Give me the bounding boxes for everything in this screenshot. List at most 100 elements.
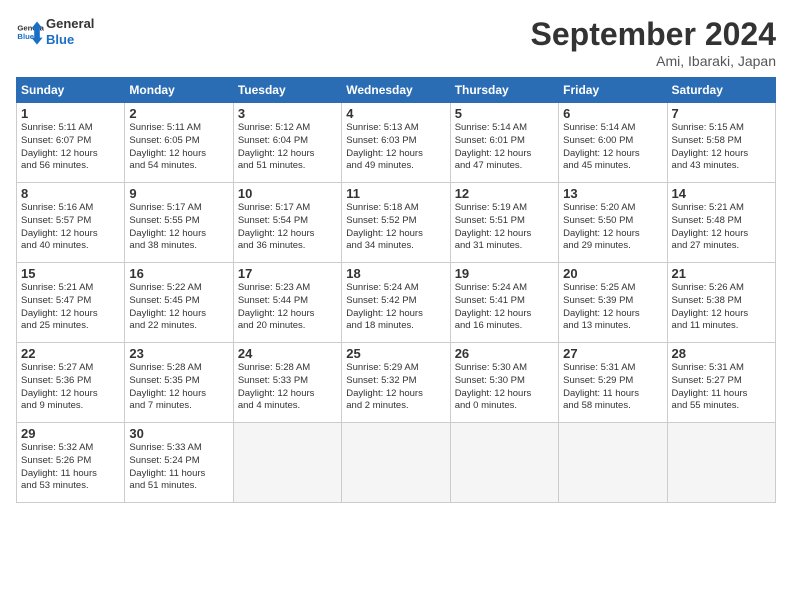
day-number: 30 xyxy=(129,426,228,441)
col-header-tuesday: Tuesday xyxy=(233,78,341,103)
page-container: General Blue General Blue September 2024… xyxy=(0,0,792,511)
calendar-cell: 18Sunrise: 5:24 AM Sunset: 5:42 PM Dayli… xyxy=(342,263,450,343)
calendar-cell: 24Sunrise: 5:28 AM Sunset: 5:33 PM Dayli… xyxy=(233,343,341,423)
day-number: 23 xyxy=(129,346,228,361)
col-header-monday: Monday xyxy=(125,78,233,103)
calendar-cell: 8Sunrise: 5:16 AM Sunset: 5:57 PM Daylig… xyxy=(17,183,125,263)
week-row-3: 15Sunrise: 5:21 AM Sunset: 5:47 PM Dayli… xyxy=(17,263,776,343)
day-number: 17 xyxy=(238,266,337,281)
day-info: Sunrise: 5:13 AM Sunset: 6:03 PM Dayligh… xyxy=(346,122,445,173)
day-info: Sunrise: 5:26 AM Sunset: 5:38 PM Dayligh… xyxy=(672,282,771,333)
day-info: Sunrise: 5:14 AM Sunset: 6:01 PM Dayligh… xyxy=(455,122,554,173)
calendar-cell: 29Sunrise: 5:32 AM Sunset: 5:26 PM Dayli… xyxy=(17,423,125,503)
day-number: 1 xyxy=(21,106,120,121)
day-info: Sunrise: 5:24 AM Sunset: 5:41 PM Dayligh… xyxy=(455,282,554,333)
day-number: 15 xyxy=(21,266,120,281)
day-info: Sunrise: 5:17 AM Sunset: 5:55 PM Dayligh… xyxy=(129,202,228,253)
day-info: Sunrise: 5:23 AM Sunset: 5:44 PM Dayligh… xyxy=(238,282,337,333)
day-info: Sunrise: 5:11 AM Sunset: 6:05 PM Dayligh… xyxy=(129,122,228,173)
calendar-cell: 3Sunrise: 5:12 AM Sunset: 6:04 PM Daylig… xyxy=(233,103,341,183)
col-header-thursday: Thursday xyxy=(450,78,558,103)
day-number: 2 xyxy=(129,106,228,121)
calendar-cell: 21Sunrise: 5:26 AM Sunset: 5:38 PM Dayli… xyxy=(667,263,775,343)
day-info: Sunrise: 5:29 AM Sunset: 5:32 PM Dayligh… xyxy=(346,362,445,413)
day-number: 29 xyxy=(21,426,120,441)
calendar-cell: 7Sunrise: 5:15 AM Sunset: 5:58 PM Daylig… xyxy=(667,103,775,183)
header: General Blue General Blue September 2024… xyxy=(16,16,776,69)
day-number: 11 xyxy=(346,186,445,201)
calendar-cell: 27Sunrise: 5:31 AM Sunset: 5:29 PM Dayli… xyxy=(559,343,667,423)
calendar-cell: 5Sunrise: 5:14 AM Sunset: 6:01 PM Daylig… xyxy=(450,103,558,183)
day-info: Sunrise: 5:24 AM Sunset: 5:42 PM Dayligh… xyxy=(346,282,445,333)
col-header-saturday: Saturday xyxy=(667,78,775,103)
calendar-cell: 28Sunrise: 5:31 AM Sunset: 5:27 PM Dayli… xyxy=(667,343,775,423)
calendar-cell: 30Sunrise: 5:33 AM Sunset: 5:24 PM Dayli… xyxy=(125,423,233,503)
calendar-cell xyxy=(559,423,667,503)
day-number: 20 xyxy=(563,266,662,281)
day-number: 10 xyxy=(238,186,337,201)
calendar-cell: 14Sunrise: 5:21 AM Sunset: 5:48 PM Dayli… xyxy=(667,183,775,263)
week-row-5: 29Sunrise: 5:32 AM Sunset: 5:26 PM Dayli… xyxy=(17,423,776,503)
day-info: Sunrise: 5:22 AM Sunset: 5:45 PM Dayligh… xyxy=(129,282,228,333)
calendar-cell: 2Sunrise: 5:11 AM Sunset: 6:05 PM Daylig… xyxy=(125,103,233,183)
calendar-table: SundayMondayTuesdayWednesdayThursdayFrid… xyxy=(16,77,776,503)
day-info: Sunrise: 5:21 AM Sunset: 5:47 PM Dayligh… xyxy=(21,282,120,333)
day-number: 26 xyxy=(455,346,554,361)
location-subtitle: Ami, Ibaraki, Japan xyxy=(531,53,776,69)
week-row-4: 22Sunrise: 5:27 AM Sunset: 5:36 PM Dayli… xyxy=(17,343,776,423)
calendar-cell: 25Sunrise: 5:29 AM Sunset: 5:32 PM Dayli… xyxy=(342,343,450,423)
calendar-cell: 17Sunrise: 5:23 AM Sunset: 5:44 PM Dayli… xyxy=(233,263,341,343)
day-number: 6 xyxy=(563,106,662,121)
day-number: 13 xyxy=(563,186,662,201)
day-info: Sunrise: 5:27 AM Sunset: 5:36 PM Dayligh… xyxy=(21,362,120,413)
day-info: Sunrise: 5:15 AM Sunset: 5:58 PM Dayligh… xyxy=(672,122,771,173)
day-info: Sunrise: 5:28 AM Sunset: 5:35 PM Dayligh… xyxy=(129,362,228,413)
week-row-2: 8Sunrise: 5:16 AM Sunset: 5:57 PM Daylig… xyxy=(17,183,776,263)
day-info: Sunrise: 5:32 AM Sunset: 5:26 PM Dayligh… xyxy=(21,442,120,493)
logo-line1: General xyxy=(46,16,94,32)
day-info: Sunrise: 5:31 AM Sunset: 5:27 PM Dayligh… xyxy=(672,362,771,413)
calendar-cell: 15Sunrise: 5:21 AM Sunset: 5:47 PM Dayli… xyxy=(17,263,125,343)
day-info: Sunrise: 5:28 AM Sunset: 5:33 PM Dayligh… xyxy=(238,362,337,413)
calendar-cell: 12Sunrise: 5:19 AM Sunset: 5:51 PM Dayli… xyxy=(450,183,558,263)
month-title: September 2024 xyxy=(531,16,776,53)
logo-line2: Blue xyxy=(46,32,94,48)
calendar-cell: 19Sunrise: 5:24 AM Sunset: 5:41 PM Dayli… xyxy=(450,263,558,343)
title-block: September 2024 Ami, Ibaraki, Japan xyxy=(531,16,776,69)
day-info: Sunrise: 5:21 AM Sunset: 5:48 PM Dayligh… xyxy=(672,202,771,253)
day-info: Sunrise: 5:18 AM Sunset: 5:52 PM Dayligh… xyxy=(346,202,445,253)
calendar-cell: 16Sunrise: 5:22 AM Sunset: 5:45 PM Dayli… xyxy=(125,263,233,343)
calendar-cell: 11Sunrise: 5:18 AM Sunset: 5:52 PM Dayli… xyxy=(342,183,450,263)
logo-icon: General Blue xyxy=(16,18,44,46)
calendar-cell xyxy=(342,423,450,503)
day-info: Sunrise: 5:11 AM Sunset: 6:07 PM Dayligh… xyxy=(21,122,120,173)
day-number: 4 xyxy=(346,106,445,121)
calendar-cell: 22Sunrise: 5:27 AM Sunset: 5:36 PM Dayli… xyxy=(17,343,125,423)
day-info: Sunrise: 5:20 AM Sunset: 5:50 PM Dayligh… xyxy=(563,202,662,253)
col-header-wednesday: Wednesday xyxy=(342,78,450,103)
day-number: 27 xyxy=(563,346,662,361)
calendar-cell: 20Sunrise: 5:25 AM Sunset: 5:39 PM Dayli… xyxy=(559,263,667,343)
day-info: Sunrise: 5:31 AM Sunset: 5:29 PM Dayligh… xyxy=(563,362,662,413)
day-number: 14 xyxy=(672,186,771,201)
calendar-cell xyxy=(450,423,558,503)
day-number: 22 xyxy=(21,346,120,361)
day-info: Sunrise: 5:16 AM Sunset: 5:57 PM Dayligh… xyxy=(21,202,120,253)
logo: General Blue General Blue xyxy=(16,16,94,47)
svg-text:Blue: Blue xyxy=(17,32,34,41)
day-info: Sunrise: 5:19 AM Sunset: 5:51 PM Dayligh… xyxy=(455,202,554,253)
day-number: 25 xyxy=(346,346,445,361)
calendar-cell: 10Sunrise: 5:17 AM Sunset: 5:54 PM Dayli… xyxy=(233,183,341,263)
header-row: SundayMondayTuesdayWednesdayThursdayFrid… xyxy=(17,78,776,103)
day-number: 7 xyxy=(672,106,771,121)
col-header-friday: Friday xyxy=(559,78,667,103)
calendar-cell: 23Sunrise: 5:28 AM Sunset: 5:35 PM Dayli… xyxy=(125,343,233,423)
day-number: 3 xyxy=(238,106,337,121)
week-row-1: 1Sunrise: 5:11 AM Sunset: 6:07 PM Daylig… xyxy=(17,103,776,183)
day-number: 12 xyxy=(455,186,554,201)
calendar-cell: 13Sunrise: 5:20 AM Sunset: 5:50 PM Dayli… xyxy=(559,183,667,263)
day-info: Sunrise: 5:33 AM Sunset: 5:24 PM Dayligh… xyxy=(129,442,228,493)
day-number: 9 xyxy=(129,186,228,201)
day-number: 5 xyxy=(455,106,554,121)
day-info: Sunrise: 5:30 AM Sunset: 5:30 PM Dayligh… xyxy=(455,362,554,413)
